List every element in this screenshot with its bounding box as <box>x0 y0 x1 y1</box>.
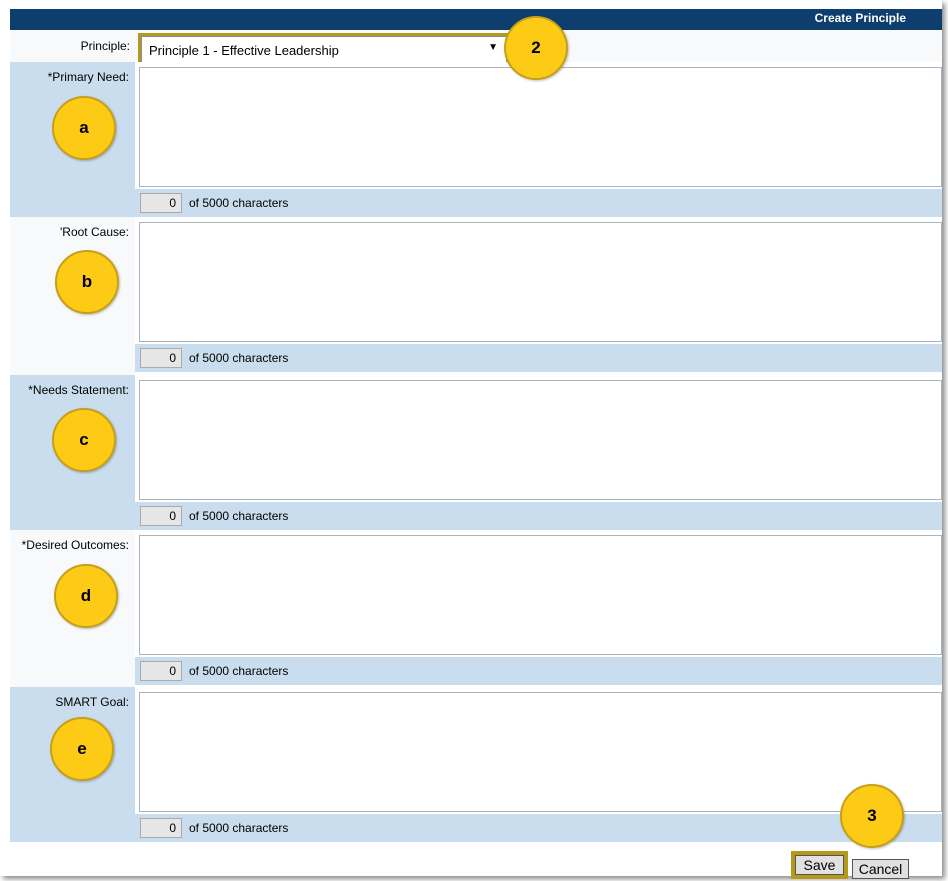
smart-goal-label: SMART Goal: <box>55 695 129 709</box>
principle-label: Principle: <box>80 39 130 53</box>
smart-goal-textarea[interactable] <box>139 692 942 812</box>
principle-select-value: Principle 1 - Effective Leadership <box>149 43 339 58</box>
save-button[interactable]: Save <box>795 855 844 875</box>
section-desired-outcomes: *Desired Outcomes: 0 of 5000 characters <box>10 530 942 687</box>
callout-marker-3: 3 <box>840 784 904 848</box>
character-count: 0 <box>140 661 182 681</box>
section-smart-goal: SMART Goal: 0 of 5000 characters <box>10 687 942 842</box>
chevron-down-icon: ▼ <box>488 42 498 53</box>
character-count: 0 <box>140 506 182 526</box>
character-limit-text: of 5000 characters <box>189 664 289 678</box>
page-title: Create Principle <box>814 11 906 25</box>
callout-marker-a: a <box>52 96 116 160</box>
desired-outcomes-label: *Desired Outcomes: <box>21 538 129 552</box>
character-counter-bar: 0 of 5000 characters <box>135 344 942 372</box>
character-count: 0 <box>140 348 182 368</box>
callout-marker-c: c <box>52 408 116 472</box>
callout-marker-d: d <box>54 564 118 628</box>
callout-marker-e: e <box>50 717 114 781</box>
section-root-cause: 'Root Cause: 0 of 5000 characters <box>10 217 942 375</box>
character-limit-text: of 5000 characters <box>189 351 289 365</box>
primary-need-textarea[interactable] <box>139 67 942 187</box>
needs-statement-textarea[interactable] <box>139 380 942 500</box>
callout-marker-2: 2 <box>504 16 568 80</box>
character-count: 0 <box>140 818 182 838</box>
principle-row: Principle: Principle 1 - Effective Leade… <box>10 30 942 66</box>
character-counter-bar: 0 of 5000 characters <box>135 657 942 685</box>
section-primary-need: *Primary Need: 0 of 5000 characters <box>10 62 942 217</box>
character-counter-bar: 0 of 5000 characters <box>135 502 942 530</box>
character-limit-text: of 5000 characters <box>189 196 289 210</box>
root-cause-label: 'Root Cause: <box>60 225 129 239</box>
character-limit-text: of 5000 characters <box>189 821 289 835</box>
cancel-button[interactable]: Cancel <box>852 859 909 879</box>
header-bar: Create Principle <box>10 9 942 30</box>
section-needs-statement: *Needs Statement: 0 of 5000 characters <box>10 375 942 530</box>
primary-need-label: *Primary Need: <box>47 70 129 84</box>
character-count: 0 <box>140 193 182 213</box>
needs-statement-label: *Needs Statement: <box>28 383 129 397</box>
character-counter-bar: 0 of 5000 characters <box>135 814 942 842</box>
character-limit-text: of 5000 characters <box>189 509 289 523</box>
desired-outcomes-textarea[interactable] <box>139 535 942 655</box>
principle-select[interactable]: Principle 1 - Effective Leadership ▼ <box>141 36 507 63</box>
root-cause-textarea[interactable] <box>139 222 942 342</box>
create-principle-form: Create Principle Principle: Principle 1 … <box>0 0 942 879</box>
callout-marker-b: b <box>55 250 119 314</box>
character-counter-bar: 0 of 5000 characters <box>135 189 942 217</box>
